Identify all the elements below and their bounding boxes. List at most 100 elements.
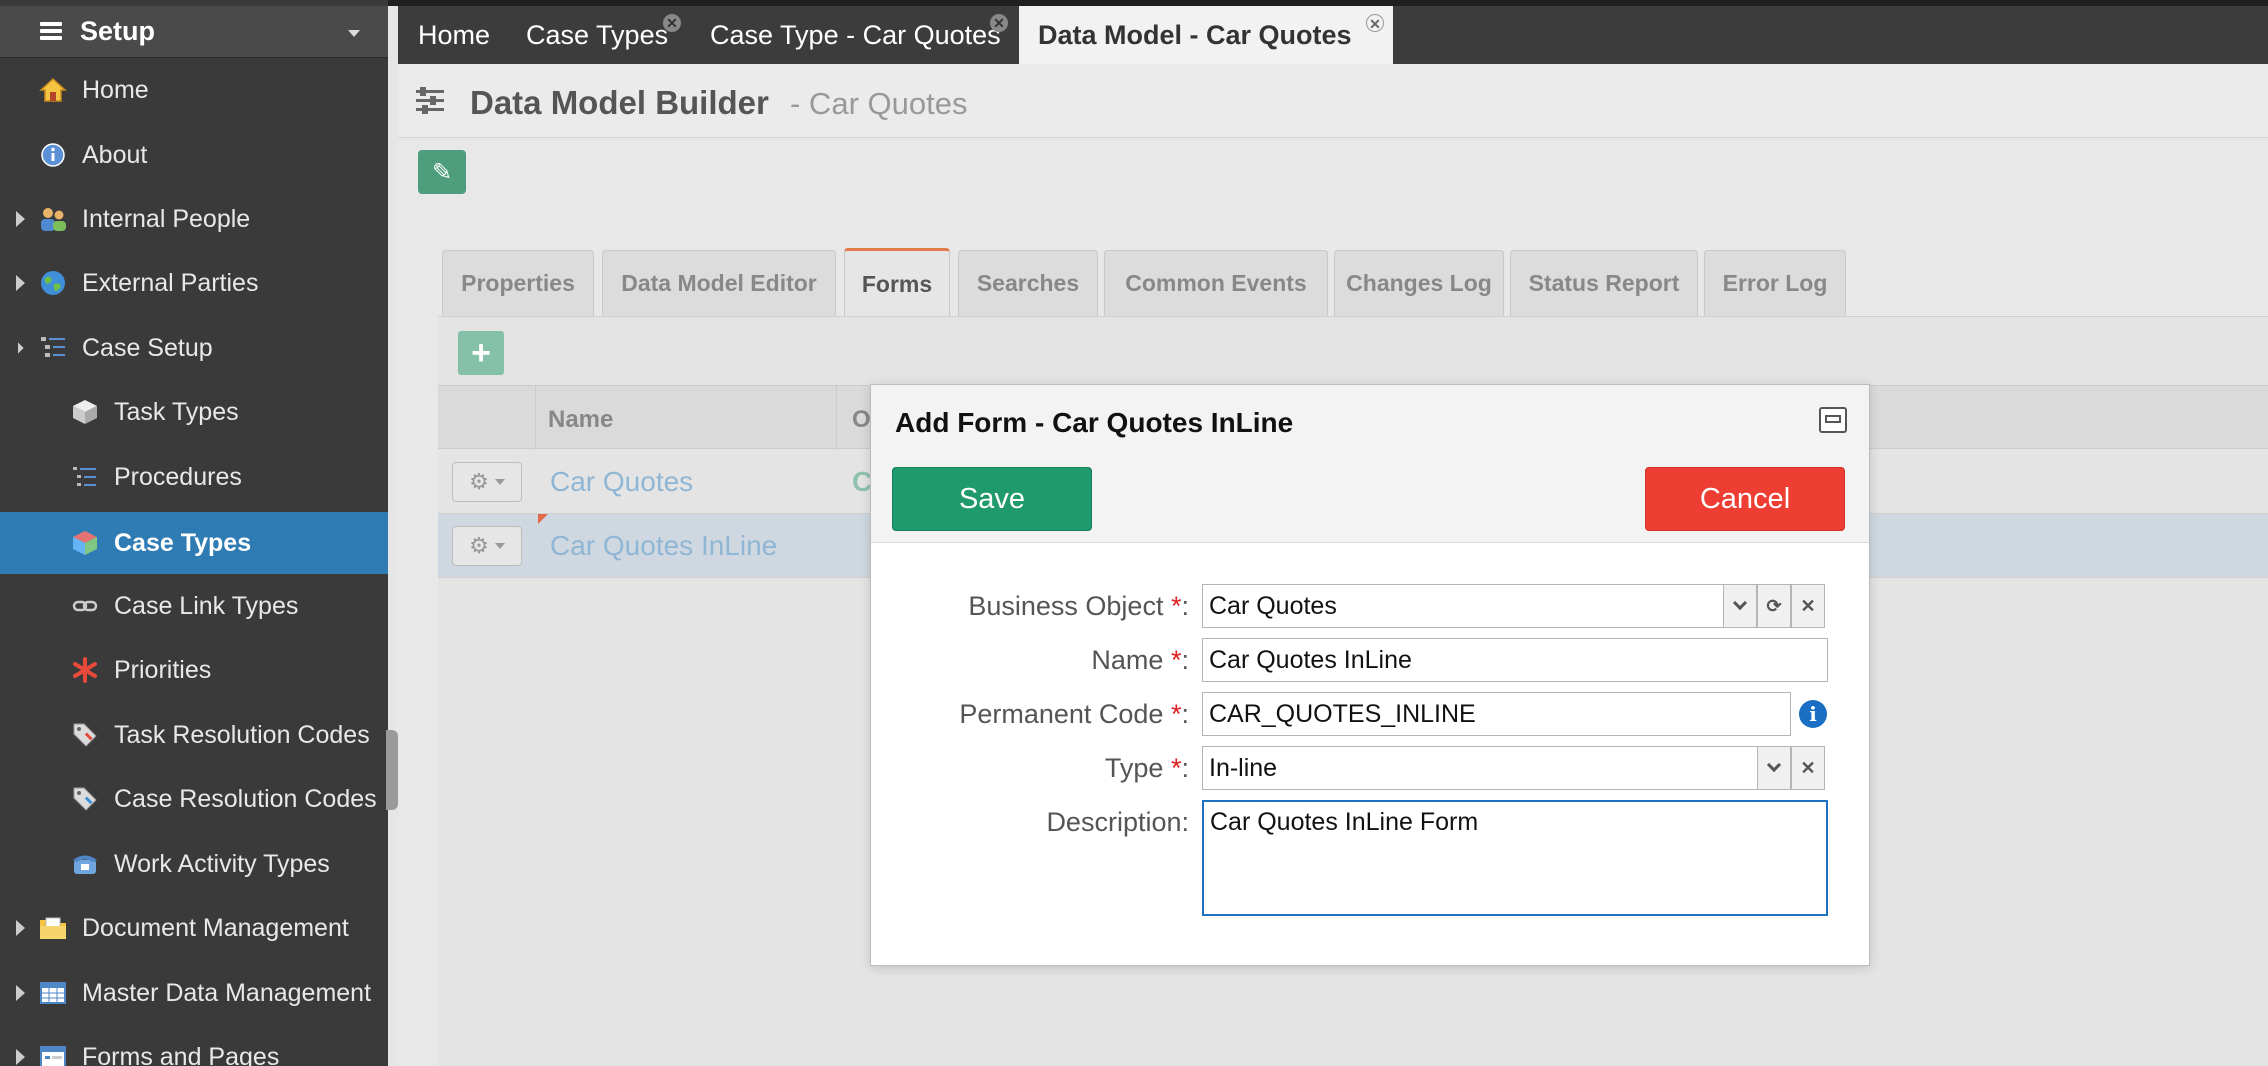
plus-icon: +: [471, 334, 491, 372]
permanent-code-field[interactable]: CAR_QUOTES_INLINE: [1202, 692, 1791, 736]
tab-data-model-car-quotes[interactable]: Data Model - Car Quotes ✕: [1019, 6, 1393, 64]
expand-arrow-icon[interactable]: [16, 920, 25, 936]
colon: :: [1181, 699, 1189, 729]
business-object-label: Business Object *:: [968, 591, 1189, 622]
tab-properties[interactable]: Properties: [442, 250, 594, 316]
tag-icon: [70, 784, 100, 814]
info-icon[interactable]: i: [1799, 700, 1827, 728]
sidebar-item-document-management[interactable]: Document Management: [0, 899, 388, 957]
tab-searches[interactable]: Searches: [958, 250, 1098, 316]
field-label-text: Permanent Code: [959, 699, 1164, 729]
maximize-icon[interactable]: [1819, 407, 1847, 433]
close-icon: ✕: [1800, 595, 1816, 616]
required-marker: *: [1170, 645, 1182, 675]
tab-home[interactable]: Home: [398, 6, 498, 64]
add-form-button[interactable]: +: [458, 331, 504, 375]
sidebar-item-external-parties[interactable]: External Parties: [0, 254, 388, 312]
name-value: Car Quotes InLine: [1209, 645, 1412, 674]
sidebar-item-label: Task Types: [114, 397, 239, 426]
sidebar-item-case-setup[interactable]: Case Setup: [0, 319, 388, 377]
sidebar-item-label: Case Types: [114, 528, 252, 557]
sidebar-item-task-resolution-codes[interactable]: Task Resolution Codes: [0, 706, 388, 764]
sidebar-header[interactable]: Setup: [0, 6, 388, 58]
sidebar-item-case-resolution-codes[interactable]: Case Resolution Codes: [0, 770, 388, 828]
sidebar-item-procedures[interactable]: Procedures: [0, 448, 388, 506]
modified-flag-icon: [538, 514, 548, 524]
sidebar-item-label: External Parties: [82, 268, 259, 297]
colon: :: [1181, 753, 1189, 783]
cancel-button[interactable]: Cancel: [1645, 467, 1845, 531]
close-icon[interactable]: ✕: [990, 14, 1008, 32]
link-icon: [70, 591, 100, 621]
sidebar-item-case-types[interactable]: Case Types: [0, 512, 388, 574]
cube-icon: [70, 528, 100, 558]
description-textarea[interactable]: Car Quotes InLine Form: [1202, 800, 1828, 916]
refresh-button[interactable]: ⟳: [1757, 584, 1791, 628]
sidebar-item-task-types[interactable]: Task Types: [0, 383, 388, 441]
type-select[interactable]: In-line: [1202, 746, 1758, 790]
sidebar-collapse-handle[interactable]: [386, 730, 398, 810]
tab-label: Status Report: [1528, 270, 1680, 296]
business-object-field[interactable]: Car Quotes: [1202, 584, 1724, 628]
row-name[interactable]: Car Quotes: [550, 466, 693, 498]
close-icon[interactable]: ✕: [663, 14, 681, 32]
row-actions-button[interactable]: ⚙: [452, 526, 522, 566]
tab-label: Error Log: [1722, 270, 1828, 296]
tab-label: Home: [418, 19, 491, 50]
expand-arrow-icon[interactable]: [16, 275, 25, 291]
sidebar-item-about[interactable]: About: [0, 126, 388, 184]
page-subtitle: - Car Quotes: [790, 86, 968, 121]
name-field[interactable]: Car Quotes InLine: [1202, 638, 1828, 682]
row-actions-button[interactable]: ⚙: [452, 462, 522, 502]
column-header-name[interactable]: Name: [548, 406, 613, 434]
collapse-arrow-icon[interactable]: [12, 342, 24, 354]
tab-data-model-editor[interactable]: Data Model Editor: [602, 250, 836, 316]
tab-case-type-car-quotes[interactable]: Case Type - Car Quotes ✕: [684, 6, 1010, 64]
sidebar-item-label: Case Resolution Codes: [114, 784, 377, 813]
tab-label: Forms: [861, 271, 933, 297]
expand-arrow-icon[interactable]: [16, 211, 25, 227]
tag-icon: [70, 720, 100, 750]
chevron-down-icon[interactable]: [348, 30, 360, 37]
tab-label: Case Type - Car Quotes: [710, 19, 1001, 50]
expand-arrow-icon[interactable]: [16, 985, 25, 1001]
pencil-icon: ✎: [431, 158, 453, 186]
sidebar-item-home[interactable]: Home: [0, 61, 388, 119]
tab-case-types[interactable]: Case Types ✕: [500, 6, 682, 64]
sidebar-item-label: Forms and Pages: [82, 1042, 280, 1066]
edit-button[interactable]: ✎: [418, 150, 466, 194]
sidebar-item-case-link-types[interactable]: Case Link Types: [0, 577, 388, 635]
tab-changes-log[interactable]: Changes Log: [1334, 250, 1504, 316]
tab-error-log[interactable]: Error Log: [1704, 250, 1846, 316]
clear-type-button[interactable]: ✕: [1791, 746, 1825, 790]
hamburger-icon[interactable]: [40, 22, 62, 40]
field-label-text: Name: [1091, 645, 1164, 675]
type-dropdown-button[interactable]: [1757, 746, 1791, 790]
sidebar-item-master-data-management[interactable]: Master Data Management: [0, 964, 388, 1022]
grid-action-column: [438, 386, 536, 450]
tab-forms[interactable]: Forms: [844, 248, 950, 318]
clear-business-object-button[interactable]: ✕: [1791, 584, 1825, 628]
sidebar-item-priorities[interactable]: Priorities: [0, 641, 388, 699]
tab-common-events[interactable]: Common Events: [1104, 250, 1328, 316]
sidebar-item-label: Document Management: [82, 913, 349, 942]
sidebar-item-label: Internal People: [82, 204, 251, 233]
business-object-value: Car Quotes: [1209, 591, 1337, 620]
sidebar-item-label: About: [82, 140, 148, 169]
field-label-text: Type: [1104, 753, 1164, 783]
save-button[interactable]: Save: [892, 467, 1092, 531]
business-object-dropdown-button[interactable]: [1723, 584, 1757, 628]
permanent-code-label: Permanent Code *:: [959, 699, 1189, 730]
close-icon[interactable]: ✕: [1366, 14, 1384, 32]
sidebar-item-work-activity-types[interactable]: Work Activity Types: [0, 835, 388, 893]
column-header-second[interactable]: O: [852, 406, 871, 434]
row-name[interactable]: Car Quotes InLine: [550, 530, 777, 562]
sidebar-item-internal-people[interactable]: Internal People: [0, 190, 388, 248]
chevron-down-icon: [1732, 595, 1748, 611]
tab-status-report[interactable]: Status Report: [1510, 250, 1698, 316]
tab-label: Data Model - Car Quotes: [1038, 19, 1352, 50]
sidebar-item-forms-and-pages[interactable]: Forms and Pages: [0, 1028, 388, 1066]
expand-arrow-icon[interactable]: [16, 1049, 25, 1065]
type-value: In-line: [1209, 753, 1278, 782]
permanent-code-value: CAR_QUOTES_INLINE: [1209, 699, 1476, 728]
